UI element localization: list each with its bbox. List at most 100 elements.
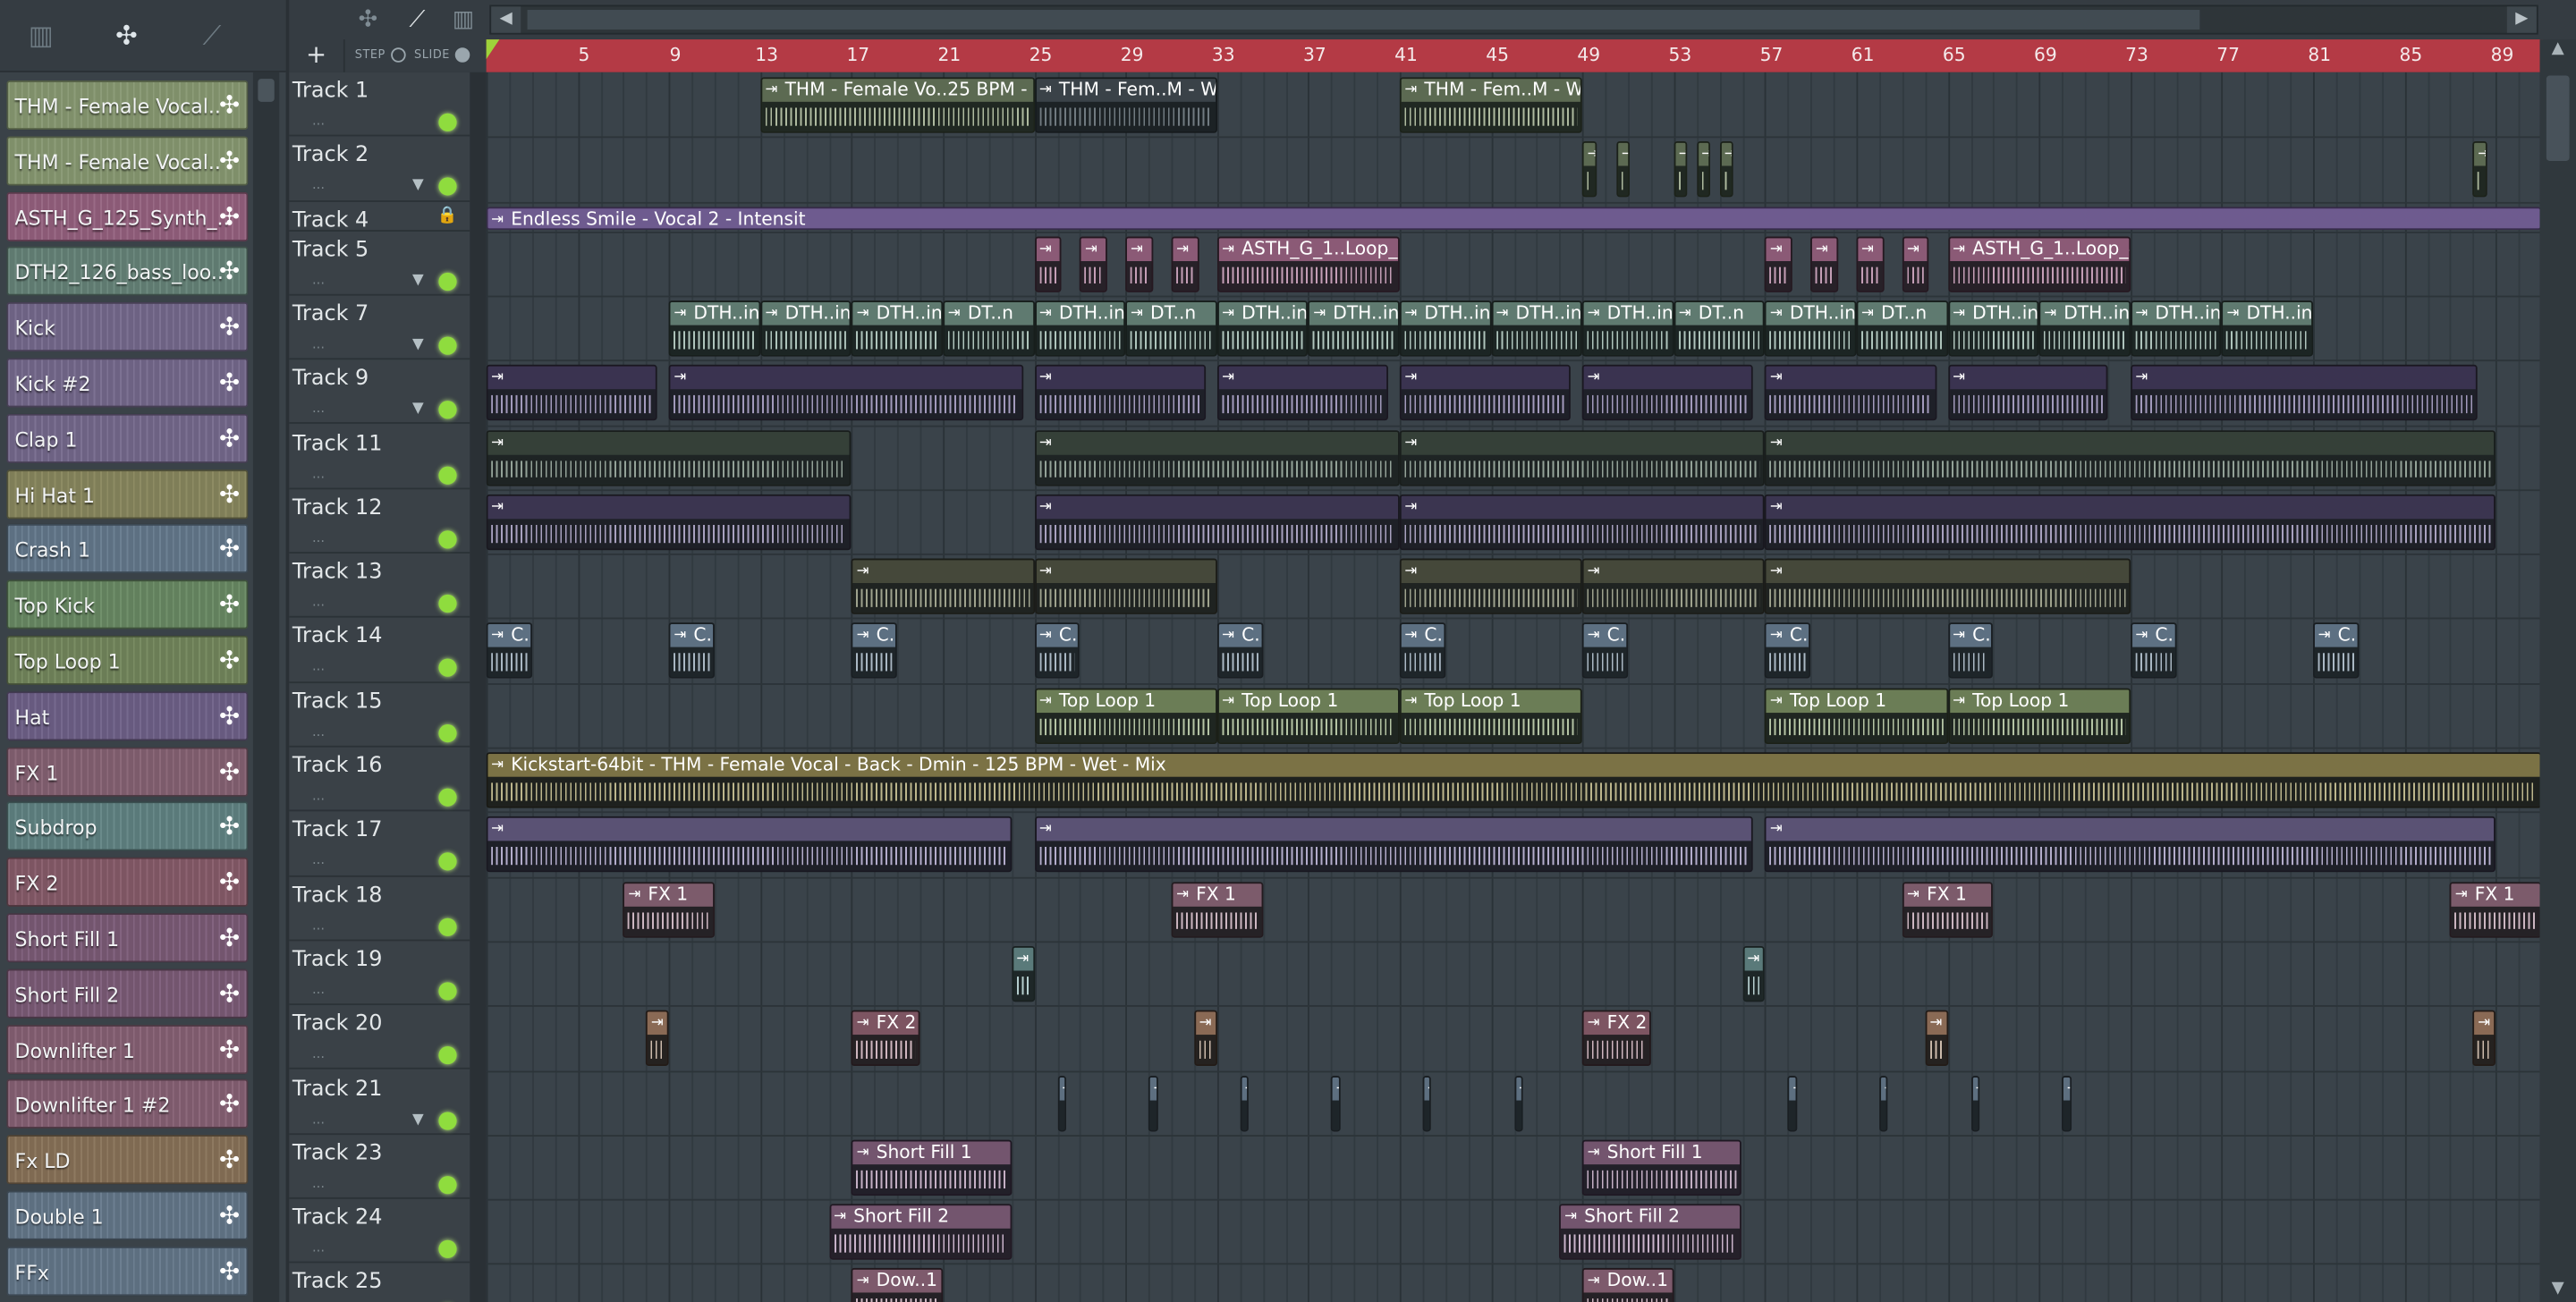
track-options-icon[interactable]: ... [312, 466, 325, 481]
pattern-clip[interactable] [2062, 1075, 2072, 1131]
scroll-up-icon[interactable]: ▲ [2540, 39, 2576, 63]
pattern-clip[interactable]: DTH..in [1216, 300, 1309, 357]
pattern-clip[interactable] [1741, 945, 1766, 1002]
pattern-clip[interactable] [1034, 429, 1400, 486]
pattern-clip[interactable]: FX 1 [1902, 881, 1994, 938]
channel-button[interactable]: Clap 1 ✣ [6, 413, 249, 463]
track-header[interactable]: Track 4 🔒 [289, 201, 470, 232]
track-header[interactable]: Track 7... ▼ [289, 295, 470, 360]
channel-button[interactable]: THM - Female Vocal.. ✣ [6, 136, 249, 186]
pattern-clip[interactable]: THM - Fem..M - Wet [1399, 77, 1583, 133]
picker-scrollbar[interactable] [252, 72, 280, 1302]
channel-button[interactable]: FX 2 ✣ [6, 858, 249, 908]
waveform-icon[interactable]: ✣ [108, 21, 144, 51]
pattern-clip[interactable]: Short Fill 1 [852, 1139, 1012, 1196]
track-header[interactable]: Track 20... [289, 1005, 470, 1070]
pattern-clip[interactable]: C.. [2313, 622, 2360, 680]
track-header[interactable]: Track 17... [289, 812, 470, 877]
pattern-clip[interactable]: DTH..in [1308, 300, 1400, 357]
track-options-icon[interactable]: ... [312, 1176, 325, 1191]
overview-viewport[interactable] [527, 10, 2200, 30]
pattern-clip[interactable] [1399, 365, 1572, 421]
pattern-clip[interactable]: Kickstart-64bit - THM - Female Vocal - B… [486, 752, 2540, 808]
pattern-clip[interactable] [1034, 365, 1206, 421]
track-options-icon[interactable]: ... [312, 1240, 325, 1256]
pattern-clip[interactable] [646, 1010, 669, 1067]
playlist-grid[interactable]: THM - Female Vo..25 BPM - WetTHM - Fem..… [486, 72, 2540, 1302]
pattern-clip[interactable] [1765, 558, 2131, 615]
chevron-down-icon[interactable]: ▼ [412, 272, 424, 288]
pattern-clip[interactable] [1925, 1010, 1948, 1067]
track-options-icon[interactable]: ... [312, 982, 325, 997]
pattern-clip[interactable] [1148, 1075, 1158, 1131]
pattern-clip[interactable] [1399, 558, 1583, 615]
track-options-icon[interactable]: ... [312, 723, 325, 739]
pattern-clip[interactable] [2130, 365, 2478, 421]
track-enable-led[interactable] [438, 401, 457, 419]
channel-button[interactable]: Top Kick ✣ [6, 579, 249, 630]
pattern-clip[interactable] [2472, 141, 2487, 198]
track-header[interactable]: Track 25... [289, 1264, 470, 1302]
track-enable-led[interactable] [438, 113, 457, 131]
track-options-icon[interactable]: ... [312, 114, 325, 129]
pattern-clip[interactable]: C.. [852, 622, 898, 680]
pattern-clip[interactable]: DTH..in [760, 300, 852, 357]
pattern-clip[interactable]: Top Loop 1 [1216, 688, 1400, 744]
pattern-clip[interactable] [1582, 558, 1766, 615]
pattern-clip[interactable] [486, 365, 658, 421]
pattern-clip[interactable] [486, 816, 1012, 873]
track-options-icon[interactable]: ... [312, 789, 325, 804]
pattern-clip[interactable]: FX 1 [2450, 881, 2540, 938]
pattern-clip[interactable]: C.. [1034, 622, 1080, 680]
pattern-clip[interactable] [668, 365, 1023, 421]
track-enable-led[interactable] [438, 272, 457, 291]
pattern-clip[interactable]: C.. [1582, 622, 1629, 680]
pattern-clip[interactable]: DTH..in [2130, 300, 2222, 357]
pattern-clip[interactable]: DTH..in [1034, 300, 1126, 357]
pattern-clip[interactable]: Short Fill 2 [1559, 1204, 1742, 1260]
track-enable-led[interactable] [438, 723, 457, 742]
pattern-clip[interactable]: Top Loop 1 [1034, 688, 1217, 744]
channel-button[interactable]: THM - Female Vocal.. ✣ [6, 80, 249, 131]
track-header[interactable]: Track 16... [289, 748, 470, 812]
track-options-icon[interactable]: ... [312, 595, 325, 610]
pattern-clip[interactable] [1878, 1075, 1889, 1131]
pattern-clip[interactable] [1034, 494, 1400, 550]
pattern-clip[interactable] [1080, 235, 1108, 292]
pattern-clip[interactable]: C.. [1765, 622, 1811, 680]
track-header[interactable]: Track 2... ▼ [289, 137, 470, 202]
pattern-clip[interactable] [1125, 235, 1154, 292]
track-header[interactable]: Track 14... [289, 618, 470, 683]
pattern-clip[interactable] [486, 494, 852, 550]
picker-scroll-thumb[interactable] [258, 79, 275, 102]
track-header[interactable]: Track 19... [289, 941, 470, 1006]
pattern-clip[interactable] [1056, 1075, 1067, 1131]
track-options-icon[interactable]: ... [312, 917, 325, 933]
channel-button[interactable]: FX 1 ✣ [6, 746, 249, 797]
scroll-down-icon[interactable]: ▼ [2540, 1280, 2576, 1302]
pattern-clip[interactable]: C.. [1216, 622, 1263, 680]
track-enable-led[interactable] [438, 788, 457, 807]
pattern-clip[interactable]: DTH..in [1490, 300, 1583, 357]
pattern-clip[interactable] [1034, 816, 1754, 873]
track-header[interactable]: Track 12... [289, 489, 470, 554]
pattern-clip[interactable] [1399, 429, 1766, 486]
waveform-tool-icon[interactable]: ✣ [348, 5, 387, 35]
channel-button[interactable]: Crash 1 ✣ [6, 524, 249, 574]
track-header[interactable]: Track 23... [289, 1135, 470, 1199]
pattern-clip[interactable]: DTH..in [852, 300, 944, 357]
channel-button[interactable]: Top Loop 1 ✣ [6, 635, 249, 685]
chevron-down-icon[interactable]: ▼ [412, 336, 424, 352]
pattern-clip[interactable]: Top Loop 1 [1399, 688, 1583, 744]
pattern-clip[interactable] [1765, 365, 1936, 421]
pattern-clip[interactable]: C.. [668, 622, 715, 680]
pattern-clip[interactable]: DT..n [1856, 300, 1948, 357]
pattern-clip[interactable] [1902, 235, 1930, 292]
pattern-clip[interactable]: Short Fill 1 [1582, 1139, 1742, 1196]
channel-button[interactable]: Short Fill 2 ✣ [6, 968, 249, 1019]
track-enable-led[interactable] [438, 1175, 457, 1194]
track-options-icon[interactable]: ... [312, 530, 325, 545]
slide-toggle[interactable] [454, 47, 470, 63]
track-header[interactable]: Track 5... ▼ [289, 231, 470, 296]
channel-button[interactable]: Hi Hat 1 ✣ [6, 469, 249, 519]
